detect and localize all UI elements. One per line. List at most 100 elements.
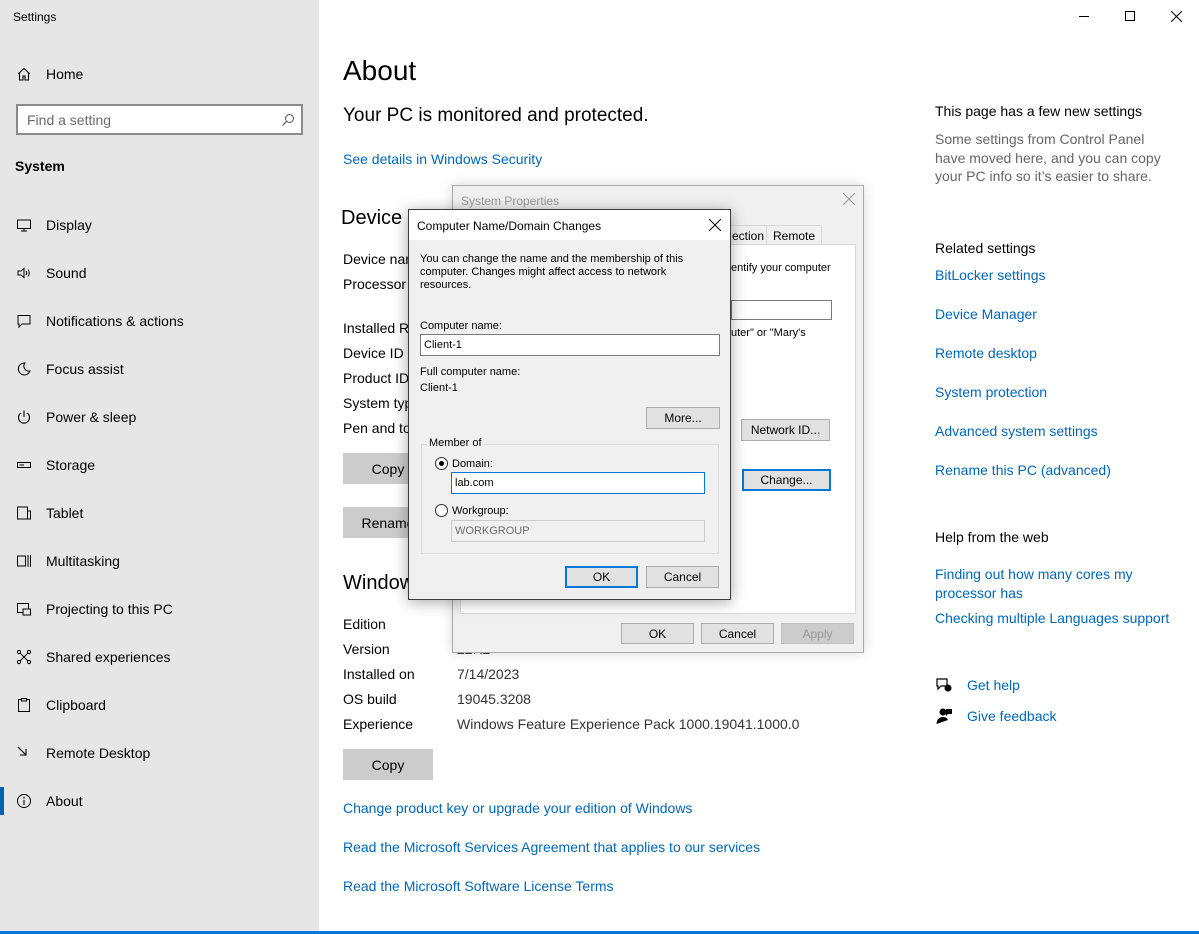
windows-specs-heading: Window: [343, 572, 415, 594]
moon-icon: [15, 360, 33, 378]
spec-label-installed-on: Installed on: [343, 666, 415, 682]
sidebar-item-multitasking[interactable]: Multitasking: [15, 551, 120, 571]
system-properties-ok-button[interactable]: OK: [621, 623, 694, 644]
spec-label-product-id: Product ID: [343, 370, 410, 386]
dialog-title: Computer Name/Domain Changes: [417, 219, 602, 233]
spec-value-installed-on: 7/14/2023: [457, 666, 520, 682]
languages-help-link[interactable]: Checking multiple Languages support: [935, 610, 1169, 626]
bitlocker-settings-link[interactable]: BitLocker settings: [935, 267, 1046, 283]
notification-icon: [15, 312, 33, 330]
search-icon[interactable]: [275, 113, 301, 127]
spec-label-os-build: OS build: [343, 691, 397, 707]
sidebar-item-clipboard[interactable]: Clipboard: [15, 695, 106, 715]
monitor-icon: [15, 216, 33, 234]
sidebar-item-label: Notifications & actions: [46, 313, 184, 329]
member-of-label: Member of: [427, 437, 484, 449]
system-protection-link[interactable]: System protection: [935, 384, 1047, 400]
home-label: Home: [46, 66, 84, 82]
give-feedback-icon: [935, 707, 953, 725]
windows-security-link[interactable]: See details in Windows Security: [343, 151, 542, 167]
change-button[interactable]: Change...: [742, 469, 831, 491]
info-icon: [15, 792, 33, 810]
sidebar: Settings Home System Display Sound Notif…: [0, 0, 319, 934]
computer-name-label: Computer name:: [420, 320, 502, 332]
domain-radio[interactable]: [435, 457, 448, 470]
workgroup-input[interactable]: [451, 520, 705, 542]
device-manager-link[interactable]: Device Manager: [935, 306, 1037, 322]
dialog-ok-button[interactable]: OK: [565, 566, 638, 588]
clipboard-icon: [15, 696, 33, 714]
computer-description-field[interactable]: [731, 300, 832, 320]
sidebar-item-label: Storage: [46, 457, 96, 473]
sidebar-item-tablet[interactable]: Tablet: [15, 503, 83, 523]
network-id-button[interactable]: Network ID...: [741, 419, 830, 441]
sidebar-item-focus-assist[interactable]: Focus assist: [15, 359, 124, 379]
sidebar-item-label: About: [46, 793, 83, 809]
dialog-titlebar: Computer Name/Domain Changes: [409, 210, 730, 240]
sidebar-item-label: Display: [46, 217, 92, 233]
system-properties-title: System Properties: [461, 194, 560, 208]
sidebar-item-label: Multitasking: [46, 553, 120, 569]
computer-name-input[interactable]: [420, 334, 720, 356]
get-help-link[interactable]: Get help: [967, 677, 1020, 693]
search-input[interactable]: [18, 111, 275, 128]
dialog-description: You can change the name and the membersh…: [420, 253, 684, 291]
dialog-cancel-button[interactable]: Cancel: [646, 566, 719, 588]
spec-label-processor: Processor: [343, 276, 407, 292]
sidebar-item-projecting[interactable]: Projecting to this PC: [15, 599, 173, 619]
copy-windows-specs-button[interactable]: Copy: [343, 749, 433, 780]
sidebar-item-label: Remote Desktop: [46, 745, 151, 761]
app-title: Settings: [13, 10, 57, 24]
computer-name-dialog: Computer Name/Domain Changes You can cha…: [408, 209, 731, 600]
page-title: About: [343, 55, 417, 86]
projector-icon: [15, 600, 33, 618]
tab-remote[interactable]: Remote: [766, 225, 823, 245]
sidebar-item-power-sleep[interactable]: Power & sleep: [15, 407, 136, 427]
workgroup-radio[interactable]: [435, 504, 448, 517]
sidebar-home[interactable]: Home: [15, 64, 83, 84]
sidebar-item-label: Projecting to this PC: [46, 601, 173, 617]
services-agreement-link[interactable]: Read the Microsoft Services Agreement th…: [343, 839, 760, 855]
sidebar-item-storage[interactable]: Storage: [15, 455, 95, 475]
new-settings-description: Some settings from Control Panel have mo…: [935, 131, 1161, 184]
sidebar-item-label: Sound: [46, 265, 87, 281]
close-icon: [842, 192, 856, 206]
spec-label-installed-ram: Installed R: [343, 320, 410, 336]
sidebar-item-remote-desktop[interactable]: Remote Desktop: [15, 743, 150, 763]
dialog-close-button[interactable]: [708, 215, 722, 236]
license-terms-link[interactable]: Read the Microsoft Software License Term…: [343, 878, 614, 894]
more-button[interactable]: More...: [646, 407, 720, 429]
sidebar-item-display[interactable]: Display: [15, 215, 92, 235]
sidebar-section-system: System: [15, 158, 65, 174]
spec-label-device-name: Device nan: [343, 251, 414, 267]
sidebar-item-shared-experiences[interactable]: Shared experiences: [15, 647, 171, 667]
rename-pc-advanced-link[interactable]: Rename this PC (advanced): [935, 462, 1111, 478]
sidebar-item-label: Focus assist: [46, 361, 124, 377]
remote-desktop-link[interactable]: Remote desktop: [935, 345, 1037, 361]
tab-system-protection[interactable]: ection: [725, 225, 772, 245]
sidebar-item-label: Shared experiences: [46, 649, 171, 665]
give-feedback-link[interactable]: Give feedback: [967, 708, 1057, 724]
system-properties-cancel-button[interactable]: Cancel: [701, 623, 774, 644]
sidebar-item-notifications[interactable]: Notifications & actions: [15, 311, 184, 331]
full-name-value: Client-1: [420, 382, 458, 394]
multitasking-icon: [15, 552, 33, 570]
spec-value-os-build: 19045.3208: [457, 691, 531, 707]
sidebar-item-sound[interactable]: Sound: [15, 263, 86, 283]
system-properties-apply-button[interactable]: Apply: [781, 623, 854, 644]
domain-input[interactable]: [451, 472, 705, 494]
remote-desktop-icon: [15, 744, 33, 762]
domain-label: Domain:: [452, 458, 493, 470]
advanced-system-settings-link[interactable]: Advanced system settings: [935, 423, 1098, 439]
spec-label-edition: Edition: [343, 616, 386, 632]
identify-computer-text: entify your computer: [731, 262, 831, 274]
power-icon: [15, 408, 33, 426]
related-settings-title: Related settings: [935, 240, 1036, 256]
cores-help-link[interactable]: Finding out how many cores my processor …: [935, 565, 1165, 602]
tablet-icon: [15, 504, 33, 522]
change-product-key-link[interactable]: Change product key or upgrade your editi…: [343, 800, 692, 816]
search-box[interactable]: [16, 104, 303, 135]
system-properties-close-button[interactable]: [842, 192, 856, 210]
sidebar-item-about[interactable]: About: [0, 787, 83, 815]
help-from-web-title: Help from the web: [935, 529, 1049, 545]
